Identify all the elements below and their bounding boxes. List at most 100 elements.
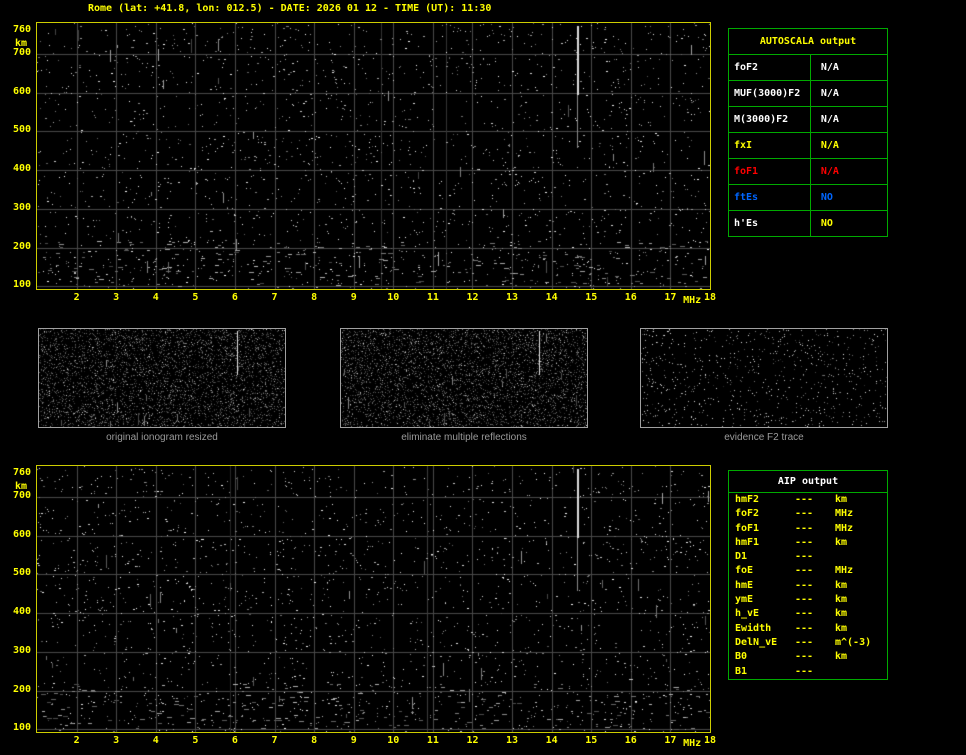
y-tick-label: 600 bbox=[12, 528, 31, 540]
autoscala-table-row: foF1 N/A bbox=[728, 158, 889, 185]
x-tick-label: 13 bbox=[506, 292, 519, 303]
aip-param-name: foF1 bbox=[735, 522, 760, 534]
aip-table-row: foF1 --- MHz bbox=[729, 522, 887, 536]
aip-table-row: D1 --- bbox=[729, 550, 887, 564]
thumbnail-multiple-reflections bbox=[340, 328, 588, 428]
x-tick-label: 8 bbox=[311, 735, 318, 746]
aip-param-value: --- bbox=[795, 608, 814, 620]
x-tick-label: 8 bbox=[311, 292, 318, 303]
aip-table-row: ymE --- km bbox=[729, 593, 887, 607]
x-tick-label: 11 bbox=[426, 292, 439, 303]
x-tick-label: 9 bbox=[350, 735, 357, 746]
autoscala-table-row: MUF(3000)F2 N/A bbox=[728, 80, 889, 107]
y-tick-label: 300 bbox=[12, 644, 31, 656]
aip-param-unit bbox=[835, 550, 887, 564]
thumbnail-original-canvas bbox=[39, 329, 285, 427]
ionogram-plot-top bbox=[36, 22, 711, 290]
x-tick-label: 2 bbox=[73, 735, 80, 746]
autoscala-table-row: ftEs NO bbox=[728, 184, 889, 211]
parameter-value: N/A bbox=[809, 54, 889, 81]
parameter-value: N/A bbox=[809, 158, 889, 185]
aip-param-unit: MHz bbox=[835, 522, 854, 534]
x-tick-label: 3 bbox=[113, 292, 120, 303]
parameter-name: fxI bbox=[728, 132, 811, 159]
x-tick-label: 7 bbox=[271, 735, 278, 746]
aip-table-row: B1 --- bbox=[729, 665, 887, 679]
aip-param-name: hmF2 bbox=[735, 494, 760, 505]
x-axis-bottom: 2 3 4 5 6 7 8 9 10 11 12 13 14 15 16 17 18 MHz bbox=[0, 735, 966, 751]
y-tick-label: 760 bbox=[12, 466, 31, 478]
aip-table-row: foF2 --- MHz bbox=[729, 507, 887, 521]
aip-table-row: hmF1 --- km bbox=[729, 536, 887, 550]
aip-param-name: D1 bbox=[735, 551, 748, 563]
ionogram-plot-bottom bbox=[36, 465, 711, 733]
caption-multiple-reflections: eliminate multiple reflections bbox=[401, 432, 527, 443]
y-tick-label: 400 bbox=[12, 606, 31, 618]
y-axis-unit-label: km bbox=[14, 37, 27, 49]
parameter-value: N/A bbox=[809, 106, 889, 133]
x-axis-top: 2 3 4 5 6 7 8 9 10 11 12 13 14 15 16 17 18 MHz bbox=[0, 292, 966, 308]
x-tick-label: 5 bbox=[192, 735, 199, 746]
x-tick-label: 16 bbox=[624, 735, 637, 746]
x-tick-label: 5 bbox=[192, 292, 199, 303]
autoscala-table-row: h'Es NO bbox=[728, 210, 889, 237]
parameter-value: NO bbox=[809, 210, 889, 237]
thumbnail-original-ionogram bbox=[38, 328, 286, 428]
aip-param-unit: m^(-3) bbox=[835, 636, 872, 648]
aip-table-title: AIP output bbox=[729, 471, 887, 493]
x-tick-label: 15 bbox=[585, 735, 598, 746]
aip-param-value: --- bbox=[795, 494, 814, 505]
aip-output-table: AIP output hmF2 --- km foF2 --- MHz foF1… bbox=[728, 470, 888, 680]
y-tick-label: 500 bbox=[12, 567, 31, 579]
aip-param-unit: km bbox=[835, 536, 848, 548]
parameter-name: ftEs bbox=[728, 184, 811, 211]
autoscala-table-title: AUTOSCALA output bbox=[728, 28, 888, 55]
thumbnail-reflections-canvas bbox=[341, 329, 587, 427]
aip-param-value: --- bbox=[795, 565, 814, 577]
aip-param-name: B0 bbox=[735, 651, 748, 663]
y-tick-label: 200 bbox=[12, 683, 31, 695]
x-tick-label: 14 bbox=[545, 292, 558, 303]
y-axis-bottom: 760 700 600 500 400 300 200 100 km bbox=[0, 465, 34, 734]
x-tick-label: 17 bbox=[664, 735, 677, 746]
autoscala-table-row: M(3000)F2 N/A bbox=[728, 106, 889, 133]
aip-param-name: ymE bbox=[735, 594, 754, 606]
ionogram-canvas-top bbox=[37, 23, 710, 289]
aip-param-name: h_vE bbox=[735, 608, 760, 620]
aip-param-value: --- bbox=[795, 622, 814, 634]
aip-param-unit: km bbox=[835, 608, 848, 620]
x-tick-label: 6 bbox=[231, 292, 238, 303]
y-tick-label: 100 bbox=[12, 722, 31, 734]
x-tick-label: 13 bbox=[506, 735, 519, 746]
aip-param-name: hmF1 bbox=[735, 536, 760, 548]
aip-param-name: hmE bbox=[735, 579, 754, 591]
autoscala-window: Rome (lat: +41.8, lon: 012.5) - DATE: 20… bbox=[0, 0, 966, 755]
aip-param-value: --- bbox=[795, 522, 814, 534]
x-tick-label: 16 bbox=[624, 292, 637, 303]
y-axis-top: 760 700 600 500 400 300 200 100 km bbox=[0, 22, 34, 291]
parameter-name: M(3000)F2 bbox=[728, 106, 811, 133]
x-tick-label: 17 bbox=[664, 292, 677, 303]
aip-param-name: Ewidth bbox=[735, 622, 772, 634]
y-tick-label: 760 bbox=[12, 23, 31, 35]
aip-param-unit: km bbox=[835, 494, 848, 505]
aip-table-row: foE --- MHz bbox=[729, 564, 887, 578]
aip-table-row: B0 --- km bbox=[729, 650, 887, 664]
y-tick-label: 200 bbox=[12, 240, 31, 252]
x-axis-unit-label: MHz bbox=[683, 295, 702, 306]
aip-param-value: --- bbox=[795, 651, 814, 663]
x-tick-label: 6 bbox=[231, 735, 238, 746]
aip-param-value: --- bbox=[795, 508, 814, 520]
aip-param-unit bbox=[835, 665, 887, 679]
aip-param-value: --- bbox=[795, 665, 814, 677]
x-tick-label: 4 bbox=[152, 735, 159, 746]
aip-param-value: --- bbox=[795, 551, 814, 563]
x-tick-label: 2 bbox=[73, 292, 80, 303]
x-tick-label: 4 bbox=[152, 292, 159, 303]
thumbnail-f2-canvas bbox=[641, 329, 887, 427]
autoscala-table-row: foF2 N/A bbox=[728, 54, 889, 81]
parameter-name: foF1 bbox=[728, 158, 811, 185]
window-title: Rome (lat: +41.8, lon: 012.5) - DATE: 20… bbox=[88, 3, 492, 14]
aip-param-value: --- bbox=[795, 594, 814, 606]
y-tick-label: 100 bbox=[12, 279, 31, 291]
